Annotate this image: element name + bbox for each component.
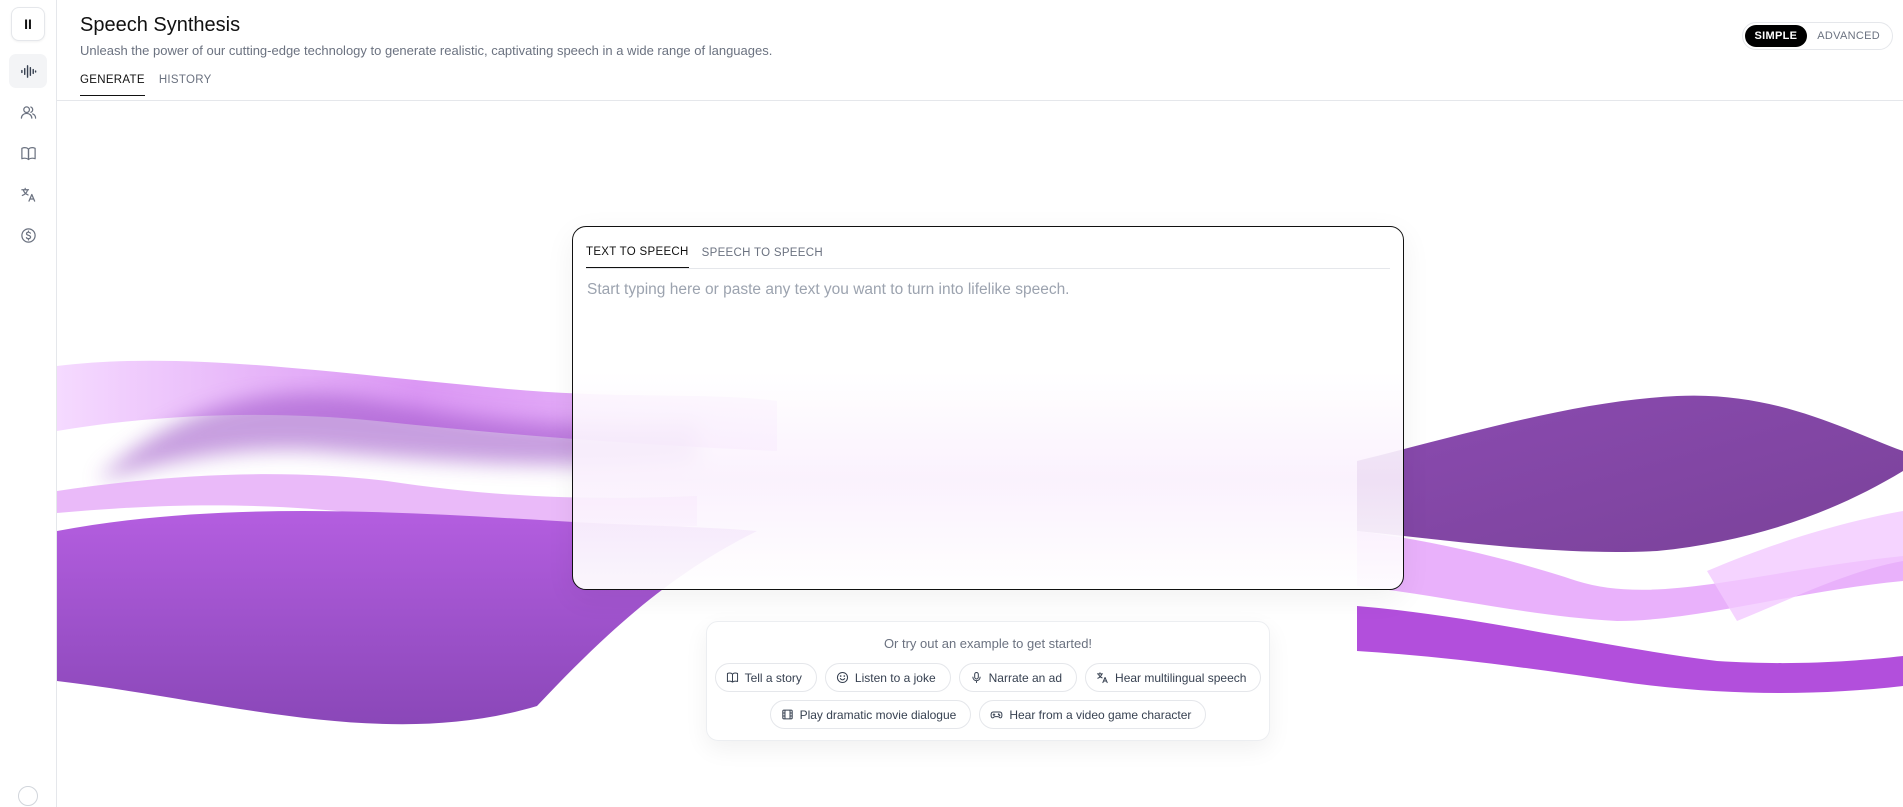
page-header: Speech Synthesis Unleash the power of ou…	[80, 0, 1903, 101]
page-tabs: GENERATE HISTORY	[80, 74, 212, 96]
chip-label: Hear multilingual speech	[1115, 670, 1247, 685]
book-icon	[20, 146, 36, 160]
chip-label: Hear from a video game character	[1009, 707, 1192, 722]
example-listen-to-a-joke-button[interactable]: Listen to a joke	[824, 663, 951, 692]
smile-icon	[836, 671, 848, 684]
app-logo[interactable]: II	[11, 7, 45, 41]
sidebar-item-dubbing[interactable]	[9, 177, 47, 211]
user-avatar[interactable]	[18, 786, 38, 806]
example-hear-from-a-video-game-character-button[interactable]: Hear from a video game character	[979, 700, 1207, 729]
book-icon	[726, 672, 738, 683]
text-editor-card: TEXT TO SPEECH SPEECH TO SPEECH	[572, 226, 1404, 590]
sidebar-item-speech-synthesis[interactable]	[9, 54, 47, 88]
sidebar-item-subscription[interactable]	[9, 218, 47, 252]
examples-row: Tell a story Listen to a joke Narrate an…	[707, 663, 1269, 692]
chip-label: Play dramatic movie dialogue	[799, 707, 957, 722]
example-play-dramatic-movie-dialogue-button[interactable]: Play dramatic movie dialogue	[769, 700, 972, 729]
film-icon	[781, 709, 793, 720]
tab-speech-to-speech[interactable]: SPEECH TO SPEECH	[702, 247, 823, 268]
mode-simple-button[interactable]: SIMPLE	[1744, 25, 1808, 47]
examples-row: Play dramatic movie dialogue Hear from a…	[707, 700, 1269, 729]
chip-label: Narrate an ad	[988, 670, 1063, 685]
tab-history[interactable]: HISTORY	[159, 74, 212, 96]
gamepad-icon	[990, 711, 1003, 719]
page-title: Speech Synthesis	[80, 14, 241, 36]
examples-caption: Or try out an example to get started!	[883, 636, 1093, 651]
examples-panel: Or try out an example to get started! Te…	[706, 621, 1270, 741]
microphone-icon	[972, 671, 981, 684]
translate-icon	[20, 187, 35, 202]
dollar-coin-icon	[20, 227, 36, 243]
editor-tabs: TEXT TO SPEECH SPEECH TO SPEECH	[586, 227, 1390, 269]
mode-toggle: SIMPLE ADVANCED	[1741, 22, 1893, 50]
waveform-icon	[20, 64, 36, 78]
example-tell-a-story-button[interactable]: Tell a story	[714, 663, 817, 692]
translate-icon	[1096, 672, 1108, 684]
chip-label: Tell a story	[744, 670, 802, 685]
chip-label: Listen to a joke	[854, 670, 936, 685]
example-narrate-an-ad-button[interactable]: Narrate an ad	[958, 663, 1078, 692]
header-divider	[57, 100, 1903, 101]
sidebar-item-library[interactable]	[9, 136, 47, 170]
speech-text-input[interactable]	[587, 281, 1387, 571]
sidebar: II	[0, 0, 57, 807]
tab-generate[interactable]: GENERATE	[80, 74, 145, 96]
tab-text-to-speech[interactable]: TEXT TO SPEECH	[586, 246, 689, 268]
example-hear-multilingual-speech-button[interactable]: Hear multilingual speech	[1085, 663, 1262, 692]
users-icon	[20, 105, 36, 119]
sidebar-item-voices[interactable]	[9, 95, 47, 129]
mode-advanced-button[interactable]: ADVANCED	[1807, 25, 1890, 47]
page-subtitle: Unleash the power of our cutting-edge te…	[80, 43, 773, 58]
